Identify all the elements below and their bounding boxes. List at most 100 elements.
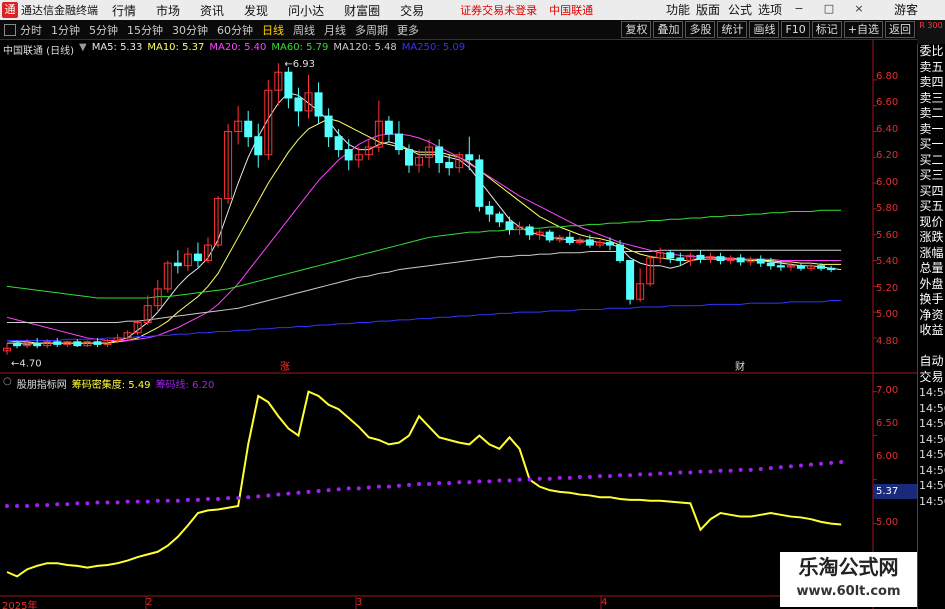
y-tick-label: 6.20 [876, 150, 899, 161]
indicator-settings-icon[interactable]: ○ [3, 376, 12, 391]
overlay-button[interactable]: 叠加 [653, 21, 684, 38]
legend-chip-density: 筹码密集度: 5.49 [71, 380, 151, 391]
quote-panel-row: 净资 [919, 307, 944, 322]
close-icon[interactable]: × [852, 2, 866, 16]
chip-line-dot [628, 473, 633, 478]
candle [475, 159, 484, 207]
chip-line-dot [798, 463, 803, 468]
statistics-button[interactable]: 统计 [717, 21, 748, 38]
maximize-icon[interactable]: □ [822, 2, 836, 16]
chip-line-dot [567, 475, 572, 480]
period-monthly[interactable]: 月线 [324, 22, 346, 38]
chip-line-dot [85, 501, 90, 506]
period-toolbar: 分时 1分钟 5分钟 15分钟 30分钟 60分钟 日线 周线 月线 多周期 更… [0, 20, 945, 40]
chart-tool-buttons: 复权 叠加 多股 统计 画线 F10 标记 +自选 返回 [619, 21, 915, 38]
chip-line-dot [547, 476, 552, 481]
period-intraday[interactable]: 分时 [20, 22, 42, 38]
period-more[interactable]: 更多 [397, 22, 419, 38]
chip-line-dot [246, 495, 251, 500]
candle [193, 253, 202, 262]
adjust-button[interactable]: 复权 [621, 21, 652, 38]
chip-line-dot [678, 470, 683, 475]
quote-panel-row: 涨跌 [919, 230, 944, 244]
candle [817, 265, 826, 269]
period-15min[interactable]: 15分钟 [127, 22, 163, 38]
chip-line-dot [768, 466, 773, 471]
top-menu-bar: 通 通达信金融终端 行情 市场 资讯 发现 问小达 财富圈 交易 证券交易未登录… [0, 0, 945, 20]
menu-market[interactable]: 市场 [156, 2, 180, 19]
legend-ma10: MA10: 5.37 [147, 42, 205, 53]
period-5min[interactable]: 5分钟 [89, 22, 118, 38]
period-daily[interactable]: 日线 [262, 22, 284, 38]
candle [505, 221, 514, 231]
quote-panel-row: 14:56 [919, 417, 945, 430]
toolbar-checkbox-icon[interactable] [4, 23, 16, 36]
candlestick-chart[interactable]: ←6.93 ←4.70 涨 财 [0, 40, 917, 374]
mark-button[interactable]: 标记 [811, 21, 842, 38]
watermark-title: 乐淘公式网 [798, 555, 899, 579]
menu-trade[interactable]: 交易 [400, 2, 424, 19]
chip-line-dot [527, 477, 532, 482]
chip-line-dot [688, 470, 693, 475]
current-stock-notice: 中国联通 [549, 4, 594, 17]
chip-line-dot [326, 488, 331, 493]
app-logo-icon: 通 [2, 2, 18, 18]
chip-line-dot [577, 474, 582, 479]
chip-line-dot [648, 472, 653, 477]
quote-panel-row: 买二 [919, 152, 944, 167]
quote-panel-row: 交易 [919, 369, 944, 384]
quote-panel-row: 涨幅 [919, 245, 944, 260]
chip-line-dot [206, 496, 210, 501]
back-button[interactable]: 返回 [885, 21, 915, 38]
menu-market-quotes[interactable]: 行情 [112, 2, 136, 19]
legend-chip-line: 筹码线: 6.20 [155, 380, 215, 391]
chip-line-dot [738, 467, 743, 472]
chip-density-line [6, 390, 842, 578]
menu-wealth-circle[interactable]: 财富圈 [344, 2, 380, 19]
candle [445, 161, 454, 169]
menu-discover[interactable]: 发现 [244, 2, 268, 19]
chip-line-dot [407, 482, 411, 487]
chip-line-dot [698, 469, 703, 474]
chip-line-dot [437, 481, 442, 486]
menu-news[interactable]: 资讯 [200, 2, 224, 19]
menu-ask-xiaoda[interactable]: 问小达 [288, 2, 324, 19]
legend-ma250: MA250: 5.09 [401, 42, 466, 53]
candle [294, 97, 303, 112]
draw-line-button[interactable]: 画线 [749, 21, 780, 38]
chip-line-dot [417, 482, 422, 486]
minimize-icon[interactable]: − [792, 2, 806, 16]
multi-stock-button[interactable]: 多股 [685, 21, 716, 38]
candle [344, 149, 353, 161]
chip-line-dot [839, 460, 844, 464]
candle [616, 244, 625, 262]
y-tick-label: 5.00 [876, 309, 899, 320]
y-tick-label: 6.40 [876, 124, 899, 135]
menu-formula[interactable]: 公式 [728, 0, 752, 20]
chip-line-dot [396, 483, 401, 488]
candle [334, 136, 343, 151]
candle [73, 341, 82, 347]
period-multi[interactable]: 多周期 [355, 22, 388, 38]
chip-line-dot [105, 500, 110, 505]
f10-button[interactable]: F10 [781, 21, 810, 38]
add-watchlist-button[interactable]: +自选 [843, 21, 883, 38]
login-status-notice[interactable]: 证券交易未登录 [460, 2, 537, 18]
chip-line-dot [185, 497, 190, 502]
chip-line-dot [35, 503, 40, 508]
legend-ma60: MA60: 5.79 [271, 42, 329, 53]
candle [13, 342, 22, 347]
guest-user-label[interactable]: 游客 [894, 0, 918, 20]
chip-line-dot [778, 465, 783, 470]
menu-layout[interactable]: 版面 [696, 0, 720, 20]
legend-settings-icon[interactable]: ▼ [79, 42, 87, 57]
right-tab-indicator[interactable]: R 300 [917, 20, 945, 44]
quote-panel-row: 买五 [919, 199, 944, 213]
period-60min[interactable]: 60分钟 [217, 22, 253, 38]
menu-functions[interactable]: 功能 [666, 0, 690, 20]
period-1min[interactable]: 1分钟 [51, 22, 80, 38]
period-30min[interactable]: 30分钟 [172, 22, 208, 38]
period-weekly[interactable]: 周线 [293, 22, 315, 38]
chip-line-dot [216, 496, 221, 501]
menu-options[interactable]: 选项 [758, 0, 782, 20]
